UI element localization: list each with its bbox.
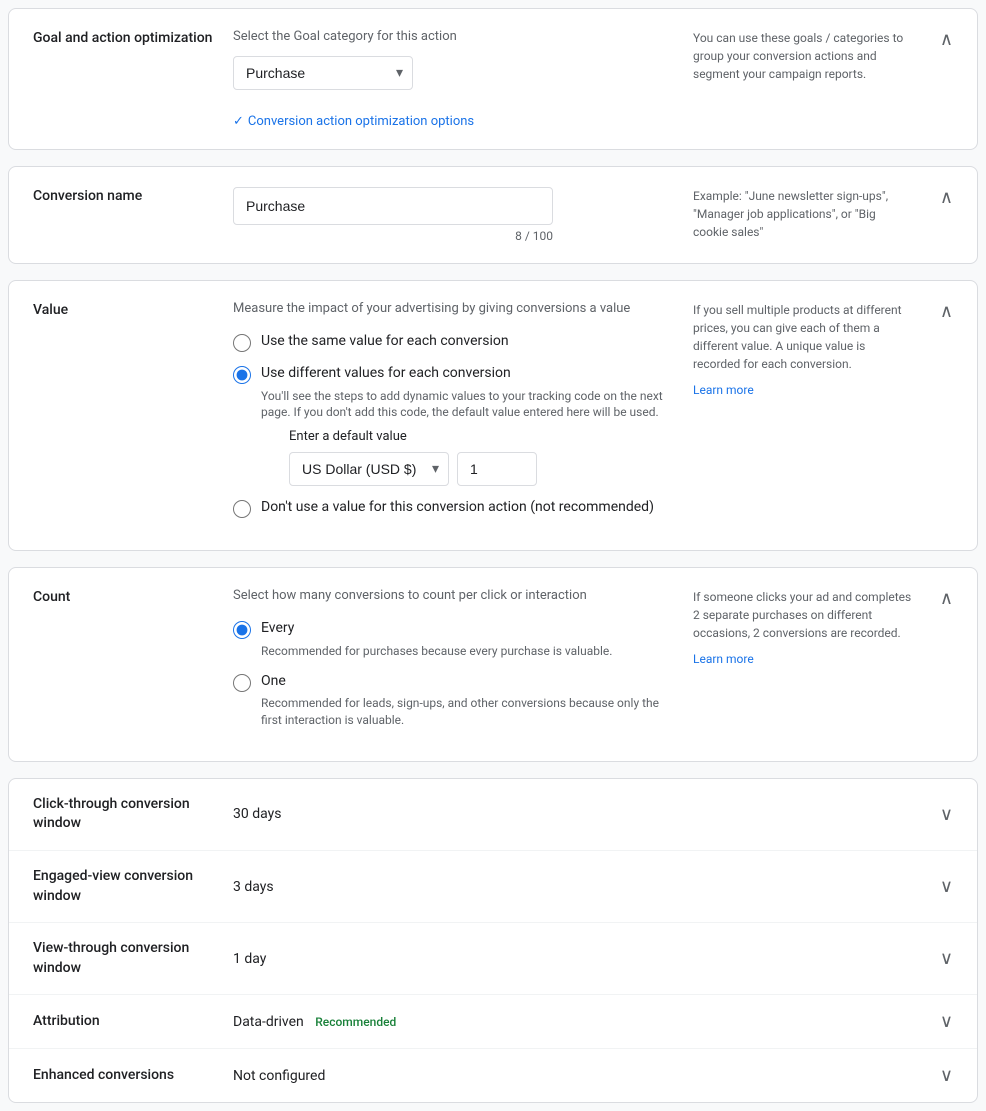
value-option1-label: Use the same value for each conversion	[261, 332, 509, 352]
chevron-up-icon: ∧	[940, 29, 953, 50]
count-section-card: Count Select how many conversions to cou…	[8, 567, 978, 762]
engaged-view-value: 3 days	[233, 879, 940, 895]
click-through-row[interactable]: Click-through conversion window 30 days …	[9, 779, 977, 851]
count-label-col: Count	[33, 588, 233, 608]
value-option2-radio[interactable]	[233, 366, 251, 384]
goal-section-card: Goal and action optimization Select the …	[8, 8, 978, 150]
count-section-row: Count Select how many conversions to cou…	[9, 568, 977, 761]
currency-select-wrapper: US Dollar (USD $) Euro (EUR €) British P…	[289, 452, 449, 486]
count-option-one[interactable]: One Recommended for leads, sign-ups, and…	[233, 672, 669, 729]
engaged-view-label: Engaged-view conversion window	[33, 867, 233, 906]
view-through-label: View-through conversion window	[33, 939, 233, 978]
char-count-display: 8 / 100	[233, 229, 553, 243]
chevron-down-icon: ✓	[233, 114, 244, 129]
count-every-content: Every Recommended for purchases because …	[261, 619, 612, 659]
value-option2-content: Use different values for each conversion…	[261, 364, 669, 486]
count-one-radio[interactable]	[233, 674, 251, 692]
enhanced-conversions-row[interactable]: Enhanced conversions Not configured ∨	[9, 1049, 977, 1102]
value-option1-content: Use the same value for each conversion	[261, 332, 509, 352]
default-value-inputs: US Dollar (USD $) Euro (EUR €) British P…	[289, 452, 669, 486]
value-section-card: Value Measure the impact of your adverti…	[8, 280, 978, 551]
conversion-name-help-text: Example: "June newsletter sign-ups", "Ma…	[693, 187, 913, 241]
engaged-view-row[interactable]: Engaged-view conversion window 3 days ∨	[9, 851, 977, 923]
value-section-row: Value Measure the impact of your adverti…	[9, 281, 977, 550]
recommended-badge: Recommended	[315, 1015, 396, 1029]
conversion-name-input[interactable]	[233, 187, 553, 225]
value-option2-label: Use different values for each conversion	[261, 364, 669, 384]
value-option1[interactable]: Use the same value for each conversion	[233, 332, 669, 352]
value-learn-more-link[interactable]: Learn more	[693, 383, 754, 397]
view-through-value: 1 day	[233, 951, 940, 967]
enhanced-conversions-chevron-icon: ∨	[940, 1065, 953, 1086]
goal-select-wrapper: Purchase Sales Leads Page views Other ▾	[233, 56, 413, 90]
attribution-chevron-icon: ∨	[940, 1011, 953, 1032]
conversion-name-label-col: Conversion name	[33, 187, 233, 207]
count-learn-more-link[interactable]: Learn more	[693, 652, 754, 666]
engaged-view-chevron-icon: ∨	[940, 876, 953, 897]
count-every-label: Every	[261, 619, 612, 639]
value-content-col: Measure the impact of your advertising b…	[233, 301, 669, 530]
count-option-every[interactable]: Every Recommended for purchases because …	[233, 619, 669, 659]
count-collapse-toggle[interactable]: ∧	[913, 588, 953, 609]
default-value-input[interactable]	[457, 452, 537, 486]
click-through-chevron-icon: ∨	[940, 804, 953, 825]
page-container: Goal and action optimization Select the …	[0, 0, 986, 1111]
goal-label-col: Goal and action optimization	[33, 29, 233, 49]
attribution-row[interactable]: Attribution Data-driven Recommended ∨	[9, 995, 977, 1049]
conversion-name-section-label: Conversion name	[33, 187, 233, 207]
conversion-name-section-row: Conversion name 8 / 100 Example: "June n…	[9, 167, 977, 263]
chevron-up-icon: ∧	[940, 187, 953, 208]
value-option2[interactable]: Use different values for each conversion…	[233, 364, 669, 486]
default-value-label: Enter a default value	[289, 429, 669, 444]
click-through-label: Click-through conversion window	[33, 795, 233, 834]
value-option3-label: Don't use a value for this conversion ac…	[261, 498, 654, 518]
attribution-label: Attribution	[33, 1012, 233, 1032]
count-one-subtext: Recommended for leads, sign-ups, and oth…	[261, 695, 669, 729]
goal-section-label: Goal and action optimization	[33, 29, 233, 49]
chevron-up-icon: ∧	[940, 588, 953, 609]
goal-content-col: Select the Goal category for this action…	[233, 29, 669, 129]
count-one-label: One	[261, 672, 669, 692]
goal-category-select[interactable]: Purchase Sales Leads Page views Other	[233, 56, 413, 90]
conversion-name-collapse-toggle[interactable]: ∧	[913, 187, 953, 208]
count-section-label: Count	[33, 588, 233, 608]
value-section-label: Value	[33, 301, 233, 321]
enhanced-conversions-label: Enhanced conversions	[33, 1066, 233, 1086]
click-through-value: 30 days	[233, 806, 940, 822]
conversion-link-text: Conversion action optimization options	[248, 114, 474, 129]
value-help-text: If you sell multiple products at differe…	[693, 301, 913, 373]
value-header-text: Measure the impact of your advertising b…	[233, 301, 669, 316]
attribution-value: Data-driven Recommended	[233, 1014, 940, 1030]
conversion-name-content-col: 8 / 100	[233, 187, 669, 243]
enhanced-conversions-value: Not configured	[233, 1068, 940, 1084]
value-help-col: If you sell multiple products at differe…	[693, 301, 913, 399]
count-every-radio[interactable]	[233, 621, 251, 639]
count-one-content: One Recommended for leads, sign-ups, and…	[261, 672, 669, 729]
goal-section-row: Goal and action optimization Select the …	[9, 9, 977, 149]
conversion-name-card: Conversion name 8 / 100 Example: "June n…	[8, 166, 978, 264]
value-collapse-toggle[interactable]: ∧	[913, 301, 953, 322]
goal-header-text: Select the Goal category for this action	[233, 29, 669, 44]
count-every-subtext: Recommended for purchases because every …	[261, 643, 612, 660]
conversion-optimization-link[interactable]: ✓ Conversion action optimization options	[233, 114, 669, 129]
value-option2-subtext: You'll see the steps to add dynamic valu…	[261, 388, 669, 422]
count-header-text: Select how many conversions to count per…	[233, 588, 669, 603]
value-option1-radio[interactable]	[233, 334, 251, 352]
value-label-col: Value	[33, 301, 233, 321]
value-option3[interactable]: Don't use a value for this conversion ac…	[233, 498, 669, 518]
collapsible-settings-card: Click-through conversion window 30 days …	[8, 778, 978, 1104]
count-help-col: If someone clicks your ad and completes …	[693, 588, 913, 668]
goal-help-text: You can use these goals / categories to …	[693, 29, 913, 83]
goal-collapse-toggle[interactable]: ∧	[913, 29, 953, 50]
view-through-row[interactable]: View-through conversion window 1 day ∨	[9, 923, 977, 995]
value-option3-content: Don't use a value for this conversion ac…	[261, 498, 654, 518]
chevron-up-icon: ∧	[940, 301, 953, 322]
value-option3-radio[interactable]	[233, 500, 251, 518]
currency-select[interactable]: US Dollar (USD $) Euro (EUR €) British P…	[289, 452, 449, 486]
count-content-col: Select how many conversions to count per…	[233, 588, 669, 741]
view-through-chevron-icon: ∨	[940, 948, 953, 969]
count-help-text: If someone clicks your ad and completes …	[693, 588, 913, 642]
